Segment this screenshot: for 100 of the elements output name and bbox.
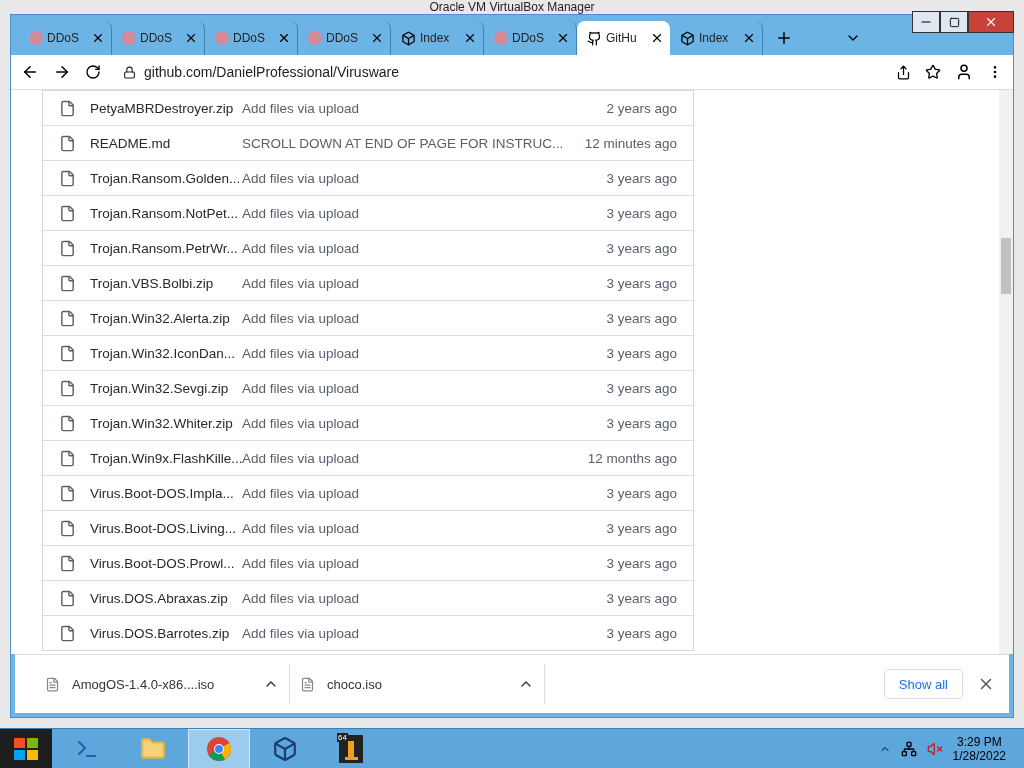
commit-message[interactable]: Add files via upload xyxy=(242,590,607,606)
file-row[interactable]: Trojan.Win32.Sevgi.zip Add files via upload 3 years ago xyxy=(43,370,693,405)
file-name[interactable]: Trojan.Ransom.Golden... xyxy=(90,170,242,186)
commit-age: 3 years ago xyxy=(606,380,677,396)
circle-icon xyxy=(494,31,508,45)
close-icon[interactable] xyxy=(184,31,198,45)
forward-icon[interactable] xyxy=(53,63,71,81)
file-row[interactable]: Trojan.Win32.Alerta.zip Add files via upload 3 years ago xyxy=(43,300,693,335)
file-row[interactable]: Virus.Boot-DOS.Prowl... Add files via upload 3 years ago xyxy=(43,545,693,580)
commit-age: 3 years ago xyxy=(606,485,677,501)
file-row[interactable]: Virus.DOS.Barrotes.zip Add files via upload 3 years ago xyxy=(43,615,693,650)
commit-age: 3 years ago xyxy=(606,590,677,606)
commit-message[interactable]: Add files via upload xyxy=(242,485,607,501)
windows-logo-icon xyxy=(14,738,38,760)
commit-message[interactable]: Add files via upload xyxy=(242,625,607,641)
close-icon[interactable] xyxy=(463,31,477,45)
file-row[interactable]: Trojan.Win9x.FlashKille...Add files via upload 12 months ago xyxy=(43,440,693,475)
close-icon[interactable] xyxy=(277,31,291,45)
commit-message[interactable]: Add files via upload xyxy=(242,170,607,186)
close-icon[interactable] xyxy=(650,31,664,45)
clock-time: 3:29 PM xyxy=(956,735,1002,749)
download-item[interactable]: choco.iso xyxy=(290,664,545,704)
tab-title: GitHu xyxy=(606,31,638,45)
file-name[interactable]: Trojan.VBS.Bolbi.zip xyxy=(90,275,242,291)
file-name[interactable]: README.md xyxy=(90,135,242,151)
browser-logo-icon xyxy=(206,736,232,762)
commit-message[interactable]: Add files via upload xyxy=(242,450,588,466)
app-icon xyxy=(339,735,363,763)
file-icon xyxy=(59,589,76,607)
file-name[interactable]: Virus.Boot-DOS.Living... xyxy=(90,520,242,536)
commit-message[interactable]: Add files via upload xyxy=(242,520,607,536)
commit-age: 3 years ago xyxy=(606,310,677,326)
show-all-button[interactable]: Show all xyxy=(883,669,963,699)
file-row[interactable]: Trojan.Ransom.NotPet... Add files via upload 3 years ago xyxy=(43,195,693,230)
tab-title: DDoS xyxy=(140,31,173,45)
file-name[interactable]: Trojan.Win32.Whiter.zip xyxy=(90,415,242,431)
reload-icon[interactable] xyxy=(85,64,101,80)
close-button[interactable] xyxy=(968,11,1014,33)
network-icon[interactable] xyxy=(900,741,917,757)
start-button[interactable] xyxy=(0,729,52,768)
file-name[interactable]: Virus.DOS.Barrotes.zip xyxy=(90,625,242,641)
profile-icon[interactable] xyxy=(955,63,973,81)
star-icon[interactable] xyxy=(925,64,941,80)
file-name[interactable]: Trojan.Ransom.NotPet... xyxy=(90,205,242,221)
file-name[interactable]: PetyaMBRDestroyer.zip xyxy=(90,100,242,116)
commit-message[interactable]: Add files via upload xyxy=(242,555,607,571)
scrollbar-thumb[interactable] xyxy=(1001,238,1011,294)
commit-message[interactable]: SCROLL DOWN AT END OF PAGE FOR INSTRUC... xyxy=(242,135,585,151)
commit-message[interactable]: Add files via upload xyxy=(242,380,607,396)
file-row[interactable]: Trojan.Win32.Whiter.zip Add files via upload 3 years ago xyxy=(43,405,693,440)
tab-title: DDoS xyxy=(326,31,359,45)
commit-message[interactable]: Add files via upload xyxy=(242,310,607,326)
back-icon[interactable] xyxy=(21,63,39,81)
cube-icon xyxy=(272,736,298,762)
file-name[interactable]: Trojan.Win32.Sevgi.zip xyxy=(90,380,242,396)
scrollbar[interactable] xyxy=(999,90,1013,654)
download-item[interactable]: AmogOS-1.4.0-x86....iso xyxy=(35,664,290,704)
file-name[interactable]: Trojan.Win32.Alerta.zip xyxy=(90,310,242,326)
browser-tab[interactable]: GitHu xyxy=(577,21,670,55)
lock-icon xyxy=(123,65,136,79)
commit-message[interactable]: Add files via upload xyxy=(242,240,607,256)
file-icon xyxy=(59,344,76,362)
file-name[interactable]: Trojan.Win9x.FlashKille... xyxy=(90,450,242,466)
commit-age: 3 years ago xyxy=(606,520,677,536)
commit-message[interactable]: Add files via upload xyxy=(242,345,607,361)
commit-message[interactable]: Add files via upload xyxy=(242,205,607,221)
file-row[interactable]: README.md SCROLL DOWN AT END OF PAGE FOR INSTRUC... 12 minutes ago xyxy=(43,125,693,160)
commit-message[interactable]: Add files via upload xyxy=(242,275,607,291)
commit-message[interactable]: Add files via upload xyxy=(242,100,607,116)
file-row[interactable]: Trojan.VBS.Bolbi.zip Add files via upload 3 years ago xyxy=(43,265,693,300)
file-row[interactable]: Virus.Boot-DOS.Impla... Add files via upload 3 years ago xyxy=(43,475,693,510)
file-icon xyxy=(59,379,76,397)
file-row[interactable]: PetyaMBRDestroyer.zip Add files via upload 2 years ago xyxy=(43,90,693,125)
minimize-button[interactable] xyxy=(912,11,940,33)
file-row[interactable]: Trojan.Win32.IconDan... Add files via upload 3 years ago xyxy=(43,335,693,370)
file-name[interactable]: Trojan.Ransom.PetrWr... xyxy=(90,240,242,256)
file-icon xyxy=(59,449,76,467)
close-icon[interactable] xyxy=(742,31,756,45)
commit-message[interactable]: Add files via upload xyxy=(242,415,607,431)
close-icon[interactable] xyxy=(556,31,570,45)
file-row[interactable]: Trojan.Ransom.PetrWr... Add files via upload 3 years ago xyxy=(43,230,693,265)
commit-age: 2 years ago xyxy=(606,100,677,116)
share-icon[interactable] xyxy=(896,64,911,80)
close-icon xyxy=(984,15,998,29)
taskbar-app[interactable] xyxy=(188,729,250,768)
file-row[interactable]: Virus.DOS.Abraxas.zip Add files via upload 3 years ago xyxy=(43,580,693,615)
clock[interactable]: 3:29 PM 1/28/2022 xyxy=(952,735,1006,763)
file-name[interactable]: Trojan.Win32.IconDan... xyxy=(90,345,242,361)
commit-age: 3 years ago xyxy=(606,240,677,256)
close-icon[interactable] xyxy=(91,31,105,45)
file-icon xyxy=(300,676,315,692)
file-name[interactable]: Virus.Boot-DOS.Impla... xyxy=(90,485,242,501)
close-icon[interactable] xyxy=(370,31,384,45)
taskbar-app[interactable]: 64 xyxy=(320,729,382,768)
new-tab-icon[interactable] xyxy=(775,29,793,47)
file-name[interactable]: Virus.DOS.Abraxas.zip xyxy=(90,590,242,606)
file-row[interactable]: Trojan.Ransom.Golden...Add files via upload 3 years ago xyxy=(43,160,693,195)
file-row[interactable]: Virus.Boot-DOS.Living... Add files via upload 3 years ago xyxy=(43,510,693,545)
maximize-button[interactable] xyxy=(940,11,968,33)
file-name[interactable]: Virus.Boot-DOS.Prowl... xyxy=(90,555,242,571)
